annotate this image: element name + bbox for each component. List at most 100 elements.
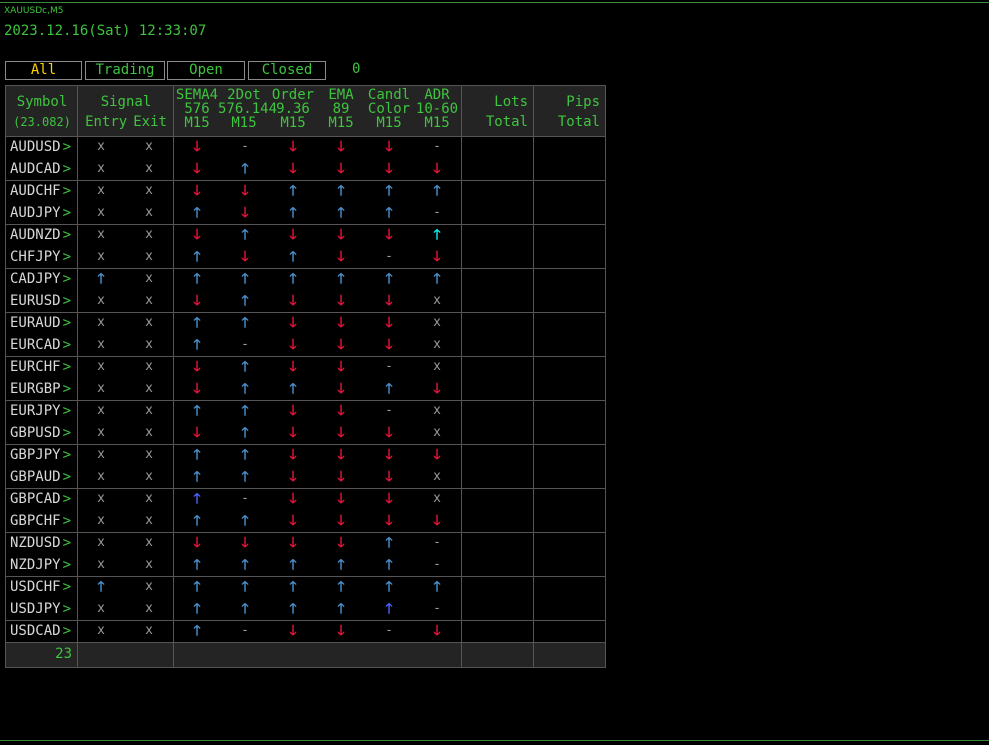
table-row[interactable]: EURCAD > x x 🡑 - 🡓 🡓 🡓 x	[6, 334, 605, 356]
chart-symbol: XAUUSDc,M5	[4, 6, 64, 16]
symbol-cell[interactable]: GBPUSD >	[10, 424, 71, 442]
table-row[interactable]: EURCHF > x x 🡓 🡑 🡓 🡓 - x	[6, 356, 605, 378]
table-row[interactable]: EURAUD > x x 🡑 🡑 🡓 🡓 🡓 x	[6, 312, 605, 334]
table-row[interactable]: USDJPY > x x 🡑 🡑 🡑 🡑 🡑 -	[6, 598, 605, 620]
table-row[interactable]: GBPAUD > x x 🡑 🡑 🡓 🡓 🡓 x	[6, 466, 605, 488]
table-row[interactable]: GBPUSD > x x 🡓 🡑 🡓 🡓 🡓 x	[6, 422, 605, 444]
chevron-right-icon[interactable]: >	[63, 271, 71, 287]
entry-signal-x-icon: x	[97, 205, 105, 220]
symbol-cell[interactable]: USDCHF >	[10, 578, 71, 596]
chevron-right-icon[interactable]: >	[63, 425, 71, 441]
candle-color-signal-arrow-up-icon: 🡑	[385, 579, 393, 595]
entry-signal-x-icon: x	[97, 447, 105, 462]
table-row[interactable]: NZDUSD > x x 🡓 🡓 🡓 🡓 🡑 -	[6, 532, 605, 554]
chevron-right-icon[interactable]: >	[63, 535, 71, 551]
table-row[interactable]: AUDJPY > x x 🡑 🡓 🡑 🡑 🡑 -	[6, 202, 605, 224]
chevron-right-icon[interactable]: >	[63, 381, 71, 397]
adr-signal-arrow-down-icon: 🡓	[433, 249, 441, 265]
chevron-right-icon[interactable]: >	[63, 579, 71, 595]
table-row[interactable]: CHFJPY > x x 🡑 🡓 🡑 🡓 - 🡓	[6, 246, 605, 268]
symbol-cell[interactable]: CHFJPY >	[10, 248, 71, 266]
header-sema4: SEMA4 576 M15	[174, 88, 220, 130]
symbol-cell[interactable]: AUDCAD >	[10, 160, 71, 178]
table-row[interactable]: EURJPY > x x 🡑 🡑 🡓 🡓 - x	[6, 400, 605, 422]
ema-signal-arrow-down-icon: 🡓	[337, 491, 345, 507]
tab-trading[interactable]: Trading	[85, 61, 165, 80]
chevron-right-icon[interactable]: >	[63, 469, 71, 485]
symbol-cell[interactable]: EURJPY >	[10, 402, 71, 420]
table-row[interactable]: GBPCAD > x x 🡑 - 🡓 🡓 🡓 x	[6, 488, 605, 510]
chevron-right-icon[interactable]: >	[63, 513, 71, 529]
tab-open[interactable]: Open	[167, 61, 245, 80]
symbol-name: EURAUD	[10, 315, 61, 331]
table-row[interactable]: NZDJPY > x x 🡑 🡑 🡑 🡑 🡑 -	[6, 554, 605, 576]
table-row[interactable]: EURUSD > x x 🡓 🡑 🡓 🡓 🡓 x	[6, 290, 605, 312]
symbol-cell[interactable]: EURGBP >	[10, 380, 71, 398]
candle-color-signal-dash-icon: -	[385, 359, 393, 374]
chevron-right-icon[interactable]: >	[63, 293, 71, 309]
chevron-right-icon[interactable]: >	[63, 205, 71, 221]
entry-signal-x-icon: x	[97, 161, 105, 176]
table-row[interactable]: AUDCAD > x x 🡓 🡑 🡓 🡓 🡓 🡓	[6, 158, 605, 180]
symbol-cell[interactable]: GBPCAD >	[10, 490, 71, 508]
chevron-right-icon[interactable]: >	[63, 183, 71, 199]
symbol-name: AUDCHF	[10, 183, 61, 199]
table-row[interactable]: GBPJPY > x x 🡑 🡑 🡓 🡓 🡓 🡓	[6, 444, 605, 466]
row-divider	[6, 136, 605, 137]
chevron-right-icon[interactable]: >	[63, 315, 71, 331]
symbol-cell[interactable]: AUDJPY >	[10, 204, 71, 222]
exit-signal-x-icon: x	[145, 227, 153, 242]
header-ema: EMA 89 M15	[318, 88, 364, 130]
order-signal-arrow-down-icon: 🡓	[289, 315, 297, 331]
symbol-cell[interactable]: AUDNZD >	[10, 226, 71, 244]
symbol-cell[interactable]: CADJPY >	[10, 270, 71, 288]
chevron-right-icon[interactable]: >	[63, 161, 71, 177]
symbol-cell[interactable]: AUDCHF >	[10, 182, 71, 200]
table-row[interactable]: EURGBP > x x 🡓 🡑 🡑 🡓 🡑 🡓	[6, 378, 605, 400]
symbol-cell[interactable]: GBPAUD >	[10, 468, 71, 486]
table-row[interactable]: AUDNZD > x x 🡓 🡑 🡓 🡓 🡓 🡑	[6, 224, 605, 246]
2dot-signal-arrow-up-icon: 🡑	[241, 469, 249, 485]
exit-signal-x-icon: x	[145, 139, 153, 154]
symbol-cell[interactable]: NZDUSD >	[10, 534, 71, 552]
symbol-cell[interactable]: NZDJPY >	[10, 556, 71, 574]
chevron-right-icon[interactable]: >	[63, 403, 71, 419]
symbol-name: AUDCAD	[10, 161, 61, 177]
entry-signal-x-icon: x	[97, 469, 105, 484]
chevron-right-icon[interactable]: >	[63, 249, 71, 265]
symbol-cell[interactable]: USDJPY >	[10, 600, 71, 618]
symbol-cell[interactable]: AUDUSD >	[10, 138, 71, 156]
symbol-cell[interactable]: EURCAD >	[10, 336, 71, 354]
ema-signal-arrow-down-icon: 🡓	[337, 513, 345, 529]
entry-signal-x-icon: x	[97, 513, 105, 528]
chevron-right-icon[interactable]: >	[63, 139, 71, 155]
table-row[interactable]: AUDCHF > x x 🡓 🡓 🡑 🡑 🡑 🡑	[6, 180, 605, 202]
table-row[interactable]: USDCHF > 🡑 x 🡑 🡑 🡑 🡑 🡑 🡑	[6, 576, 605, 598]
row-divider	[6, 356, 605, 357]
symbol-cell[interactable]: EURUSD >	[10, 292, 71, 310]
symbol-name: CHFJPY	[10, 249, 61, 265]
chevron-right-icon[interactable]: >	[63, 337, 71, 353]
chevron-right-icon[interactable]: >	[63, 227, 71, 243]
table-row[interactable]: USDCAD > x x 🡑 - 🡓 🡓 - 🡓	[6, 620, 605, 642]
symbol-cell[interactable]: EURCHF >	[10, 358, 71, 376]
chevron-right-icon[interactable]: >	[63, 447, 71, 463]
chevron-right-icon[interactable]: >	[63, 359, 71, 375]
symbol-cell[interactable]: GBPCHF >	[10, 512, 71, 530]
table-row[interactable]: AUDUSD > x x 🡓 - 🡓 🡓 🡓 -	[6, 136, 605, 158]
tab-closed[interactable]: Closed	[248, 61, 326, 80]
chevron-right-icon[interactable]: >	[63, 557, 71, 573]
chevron-right-icon[interactable]: >	[63, 601, 71, 617]
table-row[interactable]: GBPCHF > x x 🡑 🡑 🡓 🡓 🡓 🡓	[6, 510, 605, 532]
chevron-right-icon[interactable]: >	[63, 623, 71, 639]
exit-signal-x-icon: x	[145, 535, 153, 550]
table-row[interactable]: CADJPY > 🡑 x 🡑 🡑 🡑 🡑 🡑 🡑	[6, 268, 605, 290]
symbol-cell[interactable]: GBPJPY >	[10, 446, 71, 464]
2dot-signal-arrow-down-icon: 🡓	[241, 249, 249, 265]
symbol-cell[interactable]: USDCAD >	[10, 622, 71, 640]
header-2dot-l2: 576.144	[218, 101, 278, 117]
tab-all[interactable]: All	[5, 61, 82, 80]
symbol-cell[interactable]: EURAUD >	[10, 314, 71, 332]
row-divider	[6, 576, 605, 577]
chevron-right-icon[interactable]: >	[63, 491, 71, 507]
